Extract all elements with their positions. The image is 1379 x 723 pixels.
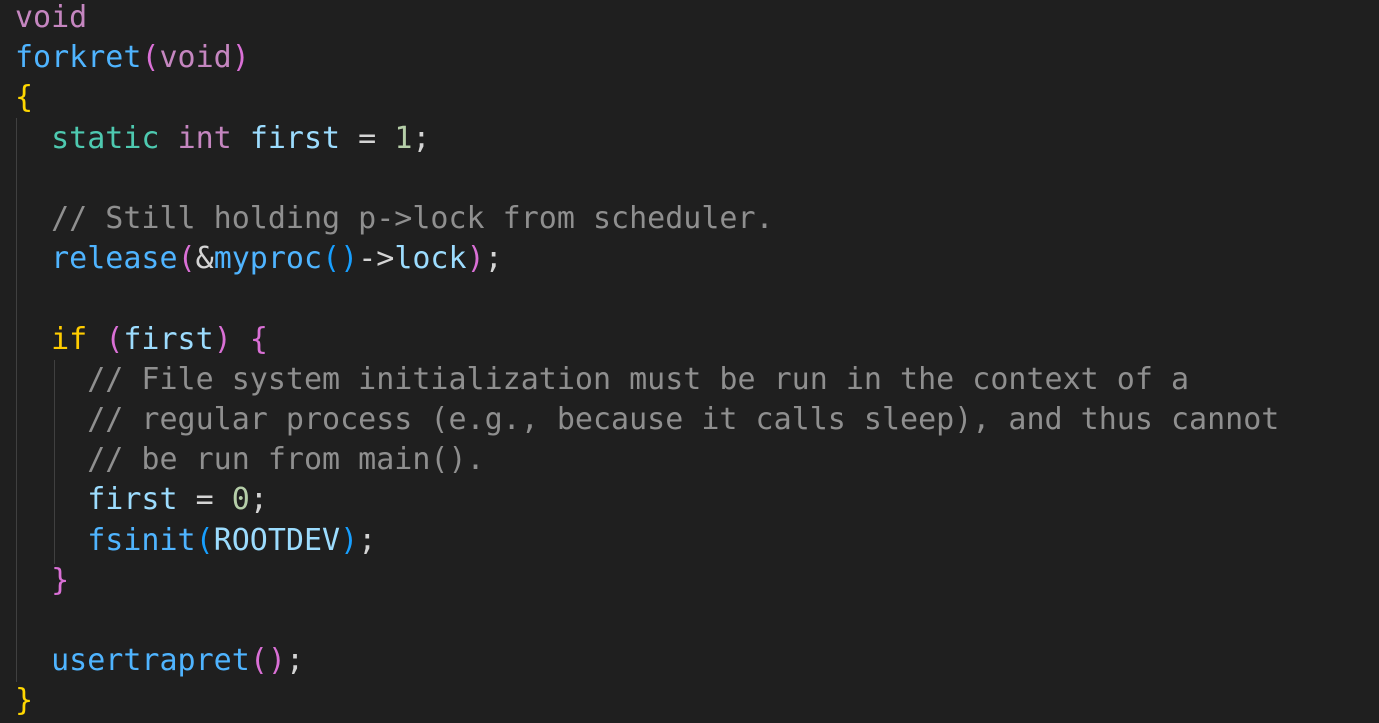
code-token: = [177,482,232,518]
code-line[interactable]: forkret(void) [15,38,250,78]
code-token: // File system initialization must be ru… [87,361,1190,397]
code-line[interactable]: first = 0; [15,480,268,520]
code-line[interactable]: usertrapret(); [15,641,304,681]
code-line[interactable]: // regular process (e.g., because it cal… [15,400,1279,440]
code-line[interactable]: release(&myproc()->lock); [15,239,503,279]
code-line[interactable]: fsinit(ROOTDEV); [15,521,376,561]
code-line[interactable]: static int first = 1; [15,119,430,159]
code-line[interactable]: // Still holding p->lock from scheduler. [15,199,774,239]
code-token: ; [285,643,304,679]
code-line[interactable]: void [15,0,87,38]
code-token: release [51,241,178,277]
code-token: static [51,120,160,156]
code-token: { [15,80,34,116]
code-token: & [195,241,214,277]
code-token: ; [484,241,503,277]
code-token: } [15,683,34,719]
code-token: forkret [15,40,142,76]
code-line[interactable]: // be run from main(). [15,440,485,480]
code-token: ( [195,522,214,558]
code-token: ( [177,241,196,277]
code-line[interactable]: // File system initialization must be ru… [15,360,1189,400]
code-token: { [249,321,268,357]
code-token: int [177,120,232,156]
code-token: ; [412,120,431,156]
code-token: first [87,482,178,518]
code-token: } [51,562,70,598]
code-token: first [123,321,214,357]
code-token: ( [141,40,160,76]
code-token: ) [231,40,250,76]
code-line[interactable]: } [15,561,69,601]
code-token: if [51,321,88,357]
code-line[interactable]: { [15,78,33,118]
code-token: ; [249,482,268,518]
code-token: ROOTDEV [213,522,341,558]
code-token: = [340,120,395,156]
code-token: () [322,241,359,277]
code-token: 1 [394,120,413,156]
code-token: -> [358,241,395,277]
code-token: () [249,643,286,679]
code-token: ; [358,522,377,558]
code-token: ) [340,522,359,558]
code-token: // Still holding p->lock from scheduler. [51,201,774,236]
code-token: fsinit [87,522,196,558]
code-token: 0 [231,482,250,518]
code-token: void [15,0,88,35]
code-line[interactable]: } [15,681,33,721]
code-token: void [159,40,232,76]
code-editor[interactable]: void forkret(void){ static int first = 1;… [0,0,1379,723]
code-token: // regular process (e.g., because it cal… [87,402,1280,437]
code-token: // be run from main(). [87,442,485,478]
code-token: lock [394,241,467,277]
code-token: usertrapret [51,643,250,679]
code-token: ) [213,321,232,357]
code-token: myproc [213,241,323,277]
code-token: first [249,120,341,156]
code-token: ( [105,321,124,357]
code-line[interactable]: if (first) { [15,320,268,360]
code-token: ) [466,241,485,277]
